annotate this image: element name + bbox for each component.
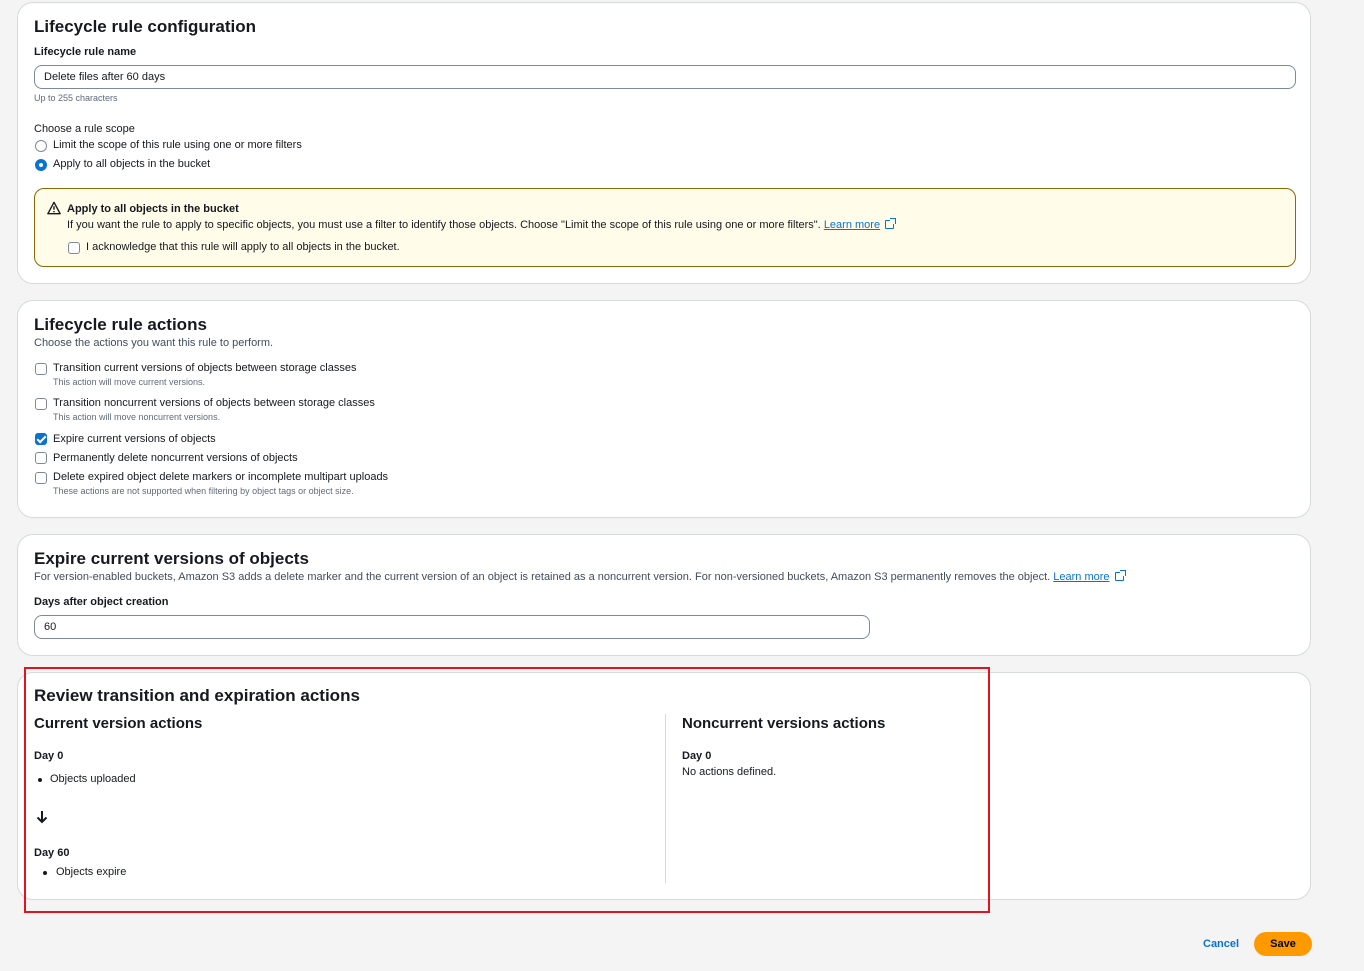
action-hint-transition-noncurrent: This action will move noncurrent version… bbox=[53, 412, 221, 422]
expire-panel: Expire current versions of objects For v… bbox=[17, 534, 1311, 656]
current-day60: Day 60 bbox=[34, 847, 70, 859]
expire-learn-more-link[interactable]: Learn more bbox=[1053, 571, 1109, 583]
column-divider bbox=[665, 714, 666, 883]
action-checkbox-transition-noncurrent[interactable] bbox=[35, 398, 47, 410]
bullet bbox=[43, 871, 47, 875]
scope-option-filter-label[interactable]: Limit the scope of this rule using one o… bbox=[53, 139, 302, 151]
current-day0-item: Objects uploaded bbox=[50, 773, 136, 785]
rule-name-hint: Up to 255 characters bbox=[34, 93, 118, 103]
action-checkbox-expire-current[interactable] bbox=[35, 433, 47, 445]
cancel-button[interactable]: Cancel bbox=[1193, 934, 1249, 954]
action-label-expire-current[interactable]: Expire current versions of objects bbox=[53, 433, 216, 445]
warning-icon bbox=[47, 201, 61, 215]
current-day60-item: Objects expire bbox=[56, 866, 127, 878]
action-label-delete-markers[interactable]: Delete expired object delete markers or … bbox=[53, 471, 388, 483]
review-panel: Review transition and expiration actions… bbox=[17, 672, 1311, 900]
arrow-down-icon bbox=[36, 811, 48, 824]
action-label-delete-noncurrent[interactable]: Permanently delete noncurrent versions o… bbox=[53, 452, 298, 464]
action-checkbox-delete-noncurrent[interactable] bbox=[35, 452, 47, 464]
current-day0: Day 0 bbox=[34, 750, 64, 762]
noncurrent-actions-title: Noncurrent versions actions bbox=[682, 715, 886, 732]
rule-name-label: Lifecycle rule name bbox=[34, 46, 137, 58]
external-link-icon bbox=[1114, 570, 1126, 581]
alert-learn-more-link[interactable]: Learn more bbox=[824, 219, 880, 231]
days-input[interactable] bbox=[34, 615, 870, 639]
action-checkbox-transition-current[interactable] bbox=[35, 363, 47, 375]
rule-name-input[interactable] bbox=[34, 65, 1296, 89]
noncurrent-none: No actions defined. bbox=[682, 766, 777, 778]
scope-option-all-label[interactable]: Apply to all objects in the bucket bbox=[53, 158, 210, 170]
external-link-icon bbox=[885, 218, 897, 229]
config-panel: Lifecycle rule configuration Lifecycle r… bbox=[17, 2, 1311, 284]
alert-title: Apply to all objects in the bucket bbox=[67, 203, 239, 215]
acknowledge-label[interactable]: I acknowledge that this rule will apply … bbox=[86, 241, 400, 253]
action-checkbox-delete-markers[interactable] bbox=[35, 472, 47, 484]
acknowledge-checkbox[interactable] bbox=[68, 242, 80, 254]
actions-title: Lifecycle rule actions bbox=[34, 315, 207, 334]
actions-subtitle: Choose the actions you want this rule to… bbox=[34, 337, 274, 349]
days-label: Days after object creation bbox=[34, 596, 169, 608]
expire-title: Expire current versions of objects bbox=[34, 549, 309, 568]
action-label-transition-current[interactable]: Transition current versions of objects b… bbox=[53, 362, 356, 374]
action-label-transition-noncurrent[interactable]: Transition noncurrent versions of object… bbox=[53, 397, 375, 409]
warning-alert: Apply to all objects in the bucket If yo… bbox=[34, 188, 1296, 267]
actions-panel: Lifecycle rule actions Choose the action… bbox=[17, 300, 1311, 518]
config-title: Lifecycle rule configuration bbox=[34, 17, 256, 36]
expire-description: For version-enabled buckets, Amazon S3 a… bbox=[34, 570, 1126, 583]
scope-label: Choose a rule scope bbox=[34, 123, 135, 135]
review-title: Review transition and expiration actions bbox=[34, 686, 360, 705]
current-actions-title: Current version actions bbox=[34, 715, 203, 732]
alert-body: If you want the rule to apply to specifi… bbox=[67, 218, 897, 231]
bullet bbox=[38, 778, 42, 782]
noncurrent-day0: Day 0 bbox=[682, 750, 712, 762]
expire-description-text: For version-enabled buckets, Amazon S3 a… bbox=[34, 571, 1051, 583]
action-hint-delete-markers: These actions are not supported when fil… bbox=[53, 486, 354, 496]
scope-radio-filter[interactable] bbox=[35, 140, 47, 152]
save-button[interactable]: Save bbox=[1254, 932, 1312, 956]
action-hint-transition-current: This action will move current versions. bbox=[53, 377, 206, 387]
alert-body-text: If you want the rule to apply to specifi… bbox=[67, 219, 821, 231]
scope-radio-all[interactable] bbox=[35, 159, 47, 171]
